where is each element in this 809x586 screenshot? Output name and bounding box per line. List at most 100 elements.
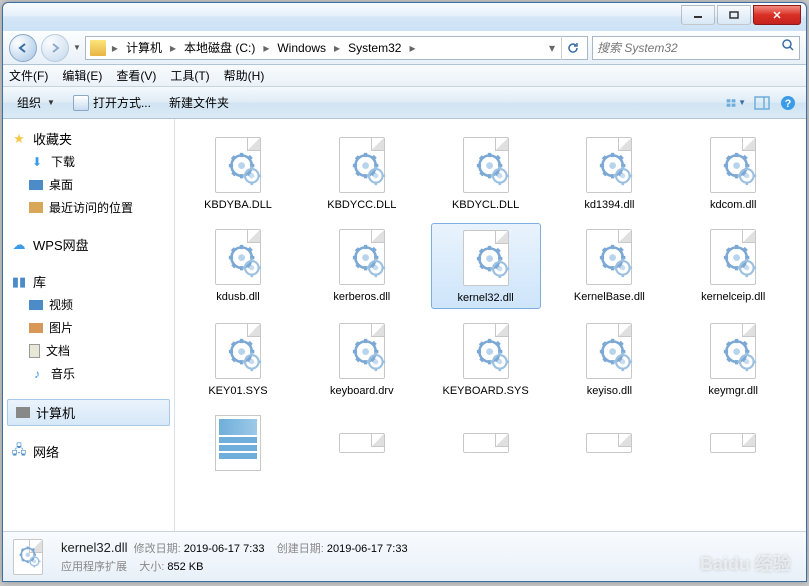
- file-name: KBDYCC.DLL: [327, 199, 396, 211]
- sidebar-wps[interactable]: ☁WPS网盘: [3, 233, 174, 256]
- forward-button[interactable]: [41, 34, 69, 62]
- refresh-button[interactable]: [561, 36, 583, 60]
- menu-help[interactable]: 帮助(H): [224, 67, 265, 84]
- openwith-button[interactable]: 打开方式...: [67, 91, 157, 114]
- sidebar-pictures[interactable]: 图片: [3, 316, 174, 339]
- chevron-right-icon[interactable]: ▸: [330, 41, 344, 55]
- maximize-button[interactable]: [717, 5, 751, 25]
- file-item[interactable]: [554, 409, 664, 481]
- chevron-right-icon[interactable]: ▸: [108, 41, 122, 55]
- file-grid[interactable]: KBDYBA.DLL KBDYCC.DLL KBDYCL.DLL kd1394.dll…: [175, 119, 806, 531]
- recent-icon: [29, 202, 43, 213]
- cloud-icon: ☁: [11, 237, 27, 253]
- details-filename: kernel32.dll: [61, 540, 128, 555]
- file-name: KBDYCL.DLL: [452, 199, 519, 211]
- view-options-button[interactable]: ▼: [726, 93, 746, 113]
- music-icon: ♪: [29, 366, 45, 382]
- file-name: keymgr.dll: [708, 385, 758, 397]
- sidebar-documents[interactable]: 文档: [3, 339, 174, 362]
- breadcrumb-item[interactable]: Windows: [275, 41, 328, 55]
- app-icon: [73, 95, 89, 111]
- file-item[interactable]: kdusb.dll: [183, 223, 293, 309]
- file-item[interactable]: KernelBase.dll: [554, 223, 664, 309]
- file-item[interactable]: KBDYBA.DLL: [183, 131, 293, 215]
- file-item[interactable]: KBDYCL.DLL: [431, 131, 541, 215]
- desktop-icon: [29, 180, 43, 190]
- sidebar-computer[interactable]: 计算机: [7, 399, 170, 426]
- help-button[interactable]: ?: [778, 93, 798, 113]
- file-icon: [454, 413, 518, 473]
- file-name: kernel32.dll: [457, 292, 513, 304]
- titlebar[interactable]: [3, 3, 806, 31]
- menu-view[interactable]: 查看(V): [116, 67, 156, 84]
- file-icon: [701, 227, 765, 287]
- file-icon: [454, 228, 518, 288]
- minimize-button[interactable]: [681, 5, 715, 25]
- menubar: 文件(F) 编辑(E) 查看(V) 工具(T) 帮助(H): [3, 65, 806, 87]
- sidebar-music[interactable]: ♪音乐: [3, 362, 174, 385]
- sidebar-favorites[interactable]: ★收藏夹: [3, 127, 174, 150]
- file-icon: [330, 321, 394, 381]
- chevron-right-icon[interactable]: ▸: [405, 41, 419, 55]
- file-item[interactable]: keymgr.dll: [678, 317, 788, 401]
- sidebar-network[interactable]: 🖧网络: [3, 440, 174, 463]
- search-box[interactable]: [592, 36, 800, 60]
- file-item[interactable]: [183, 409, 293, 481]
- file-item[interactable]: kernelceip.dll: [678, 223, 788, 309]
- video-icon: [29, 300, 43, 310]
- chevron-right-icon[interactable]: ▸: [259, 41, 273, 55]
- file-item[interactable]: kerberos.dll: [307, 223, 417, 309]
- chevron-right-icon[interactable]: ▸: [166, 41, 180, 55]
- file-item[interactable]: KEY01.SYS: [183, 317, 293, 401]
- breadcrumb-item[interactable]: 计算机: [124, 39, 164, 56]
- search-icon[interactable]: [781, 38, 795, 57]
- file-icon: [206, 227, 270, 287]
- file-item[interactable]: [678, 409, 788, 481]
- sidebar-libraries[interactable]: ▮▮库: [3, 270, 174, 293]
- file-name: kd1394.dll: [584, 199, 634, 211]
- picture-icon: [29, 323, 43, 333]
- file-name: kernelceip.dll: [701, 291, 765, 303]
- nav-dropdown-icon[interactable]: ▼: [73, 43, 81, 52]
- breadcrumb-item[interactable]: System32: [346, 41, 403, 55]
- file-item[interactable]: [307, 409, 417, 481]
- breadcrumb-item[interactable]: 本地磁盘 (C:): [182, 39, 257, 56]
- sidebar-downloads[interactable]: ⬇下载: [3, 150, 174, 173]
- sidebar-desktop[interactable]: 桌面: [3, 173, 174, 196]
- file-item[interactable]: [431, 409, 541, 481]
- sidebar-recent[interactable]: 最近访问的位置: [3, 196, 174, 219]
- file-name: KEY01.SYS: [208, 385, 267, 397]
- close-button[interactable]: [753, 5, 801, 25]
- menu-file[interactable]: 文件(F): [9, 67, 48, 84]
- file-icon: [577, 135, 641, 195]
- chevron-down-icon[interactable]: ▾: [545, 41, 559, 55]
- file-icon: [330, 227, 394, 287]
- search-input[interactable]: [597, 41, 781, 55]
- menu-tools[interactable]: 工具(T): [170, 67, 209, 84]
- file-item[interactable]: keyiso.dll: [554, 317, 664, 401]
- details-filetype: 应用程序扩展: [61, 561, 127, 573]
- preview-pane-button[interactable]: [752, 93, 772, 113]
- newfolder-button[interactable]: 新建文件夹: [163, 91, 235, 114]
- svg-text:?: ?: [785, 98, 792, 110]
- menu-edit[interactable]: 编辑(E): [62, 67, 102, 84]
- sidebar-videos[interactable]: 视频: [3, 293, 174, 316]
- organize-button[interactable]: 组织▼: [11, 91, 61, 114]
- file-item[interactable]: KEYBOARD.SYS: [431, 317, 541, 401]
- back-button[interactable]: [9, 34, 37, 62]
- file-icon: [577, 413, 641, 473]
- file-name: KBDYBA.DLL: [204, 199, 272, 211]
- file-name: keyiso.dll: [587, 385, 632, 397]
- computer-icon: [16, 407, 30, 418]
- sidebar[interactable]: ★收藏夹 ⬇下载 桌面 最近访问的位置 ☁WPS网盘 ▮▮库 视频 图片 文档 …: [3, 119, 175, 531]
- file-item[interactable]: KBDYCC.DLL: [307, 131, 417, 215]
- file-item[interactable]: kd1394.dll: [554, 131, 664, 215]
- breadcrumb[interactable]: ▸ 计算机 ▸ 本地磁盘 (C:) ▸ Windows ▸ System32 ▸…: [85, 36, 588, 60]
- file-icon: [330, 413, 394, 473]
- file-icon: [701, 321, 765, 381]
- details-pane: kernel32.dll 修改日期: 2019-06-17 7:33 创建日期:…: [3, 531, 806, 581]
- file-item[interactable]: kdcom.dll: [678, 131, 788, 215]
- file-icon: [701, 135, 765, 195]
- file-item[interactable]: kernel32.dll: [431, 223, 541, 309]
- file-item[interactable]: keyboard.drv: [307, 317, 417, 401]
